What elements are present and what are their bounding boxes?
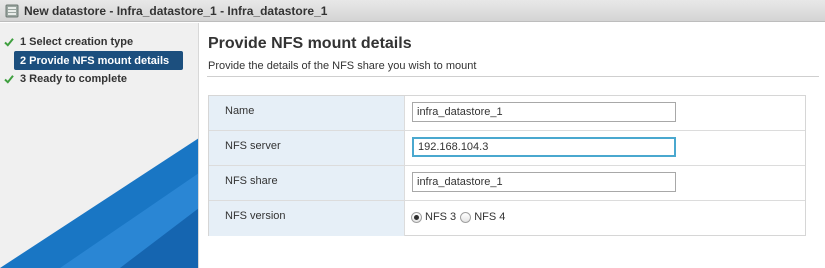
window-title: New datastore - Infra_datastore_1 - Infr…	[24, 3, 328, 18]
name-field[interactable]	[412, 102, 676, 122]
form-row-name: Name	[209, 96, 805, 131]
nfs-mount-form: Name NFS server NFS share NFS version NF…	[208, 95, 806, 236]
form-row-nfs-version: NFS version NFS 3 NFS 4	[209, 201, 805, 236]
nfs-server-label: NFS server	[225, 140, 281, 152]
nfs-share-label: NFS share	[225, 175, 278, 187]
step-label: 2 Provide NFS mount details	[20, 54, 170, 67]
step-provide-nfs-mount-details[interactable]: 2 Provide NFS mount details	[14, 51, 183, 70]
nfs3-radio[interactable]	[411, 211, 422, 223]
nfs-server-field[interactable]	[412, 137, 676, 157]
title-bar: New datastore - Infra_datastore_1 - Infr…	[0, 0, 825, 22]
datastore-wizard-icon	[5, 4, 19, 17]
nfs-version-radio-group: NFS 3 NFS 4	[411, 211, 509, 223]
divider	[207, 76, 819, 77]
name-label: Name	[225, 105, 255, 117]
checkmark-icon	[4, 74, 14, 84]
wizard-steps-sidebar: 1 Select creation type 2 Provide NFS mou…	[0, 23, 199, 268]
nfs4-label[interactable]: NFS 4	[474, 211, 505, 223]
nfs-version-label: NFS version	[225, 210, 286, 222]
form-row-nfs-server: NFS server	[209, 131, 805, 166]
step-label: 3 Ready to complete	[20, 72, 127, 85]
form-row-nfs-share: NFS share	[209, 166, 805, 201]
step-ready-to-complete[interactable]: 3 Ready to complete	[0, 69, 127, 88]
step-label: 1 Select creation type	[20, 35, 134, 48]
page-subtitle: Provide the details of the NFS share you…	[208, 60, 477, 72]
nfs4-radio[interactable]	[460, 211, 472, 223]
page-title: Provide NFS mount details	[208, 35, 412, 52]
nfs3-label[interactable]: NFS 3	[425, 211, 456, 223]
checkmark-icon	[4, 37, 14, 47]
nfs-share-field[interactable]	[412, 172, 676, 192]
step-select-creation-type[interactable]: 1 Select creation type	[0, 32, 133, 51]
wizard-content: Provide NFS mount details Provide the de…	[207, 23, 819, 268]
